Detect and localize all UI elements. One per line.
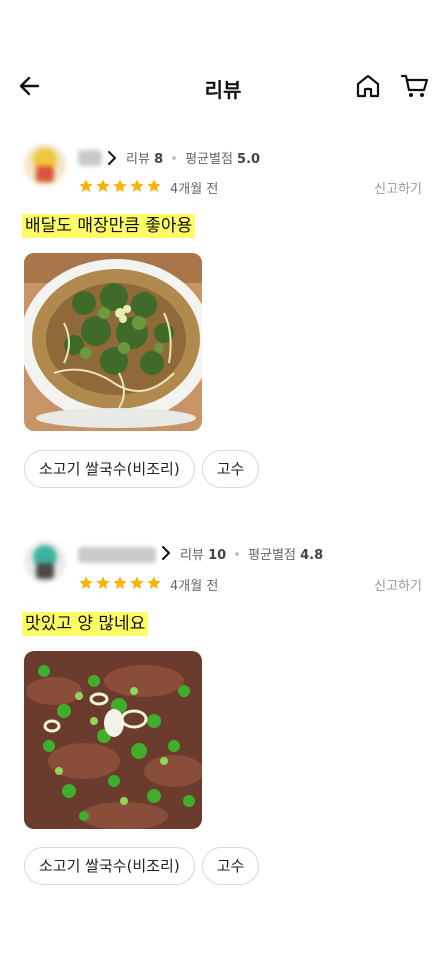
cart-icon: [400, 74, 429, 97]
star-icon: [96, 576, 110, 589]
star-icon: [147, 576, 161, 589]
report-button[interactable]: 신고하기: [374, 178, 422, 197]
cart-button[interactable]: [400, 72, 430, 100]
option-tag[interactable]: 고수: [201, 847, 260, 885]
review-text: 배달도 매장만큼 좋아용: [22, 214, 196, 238]
rating-avg-label: 평균별점: [248, 548, 296, 563]
star-icon: [79, 179, 93, 192]
option-tag[interactable]: 고수: [201, 450, 260, 488]
avatar[interactable]: [24, 541, 66, 583]
review-count: 8: [154, 152, 164, 167]
option-tags: 소고기 쌀국수(비조리) 고수: [24, 450, 260, 488]
rating-avg: 5.0: [237, 152, 261, 167]
review-time: 4개월 전: [170, 182, 219, 197]
chevron-right-icon[interactable]: [160, 545, 172, 561]
option-tag[interactable]: 소고기 쌀국수(비조리): [24, 847, 195, 885]
review-time: 4개월 전: [170, 579, 219, 594]
rating-avg-label: 평균별점: [185, 152, 233, 167]
reviewer-stats: 리뷰 10 • 평균별점 4.8: [180, 548, 324, 563]
star-icon: [147, 179, 161, 192]
review-count-label: 리뷰: [126, 152, 150, 167]
option-tags: 소고기 쌀국수(비조리) 고수: [24, 847, 260, 885]
star-rating: [78, 575, 162, 591]
review-count-label: 리뷰: [180, 548, 204, 563]
chevron-right-icon[interactable]: [106, 150, 118, 166]
avatar[interactable]: [24, 144, 66, 186]
username[interactable]: [78, 150, 102, 166]
review-photo[interactable]: [24, 651, 202, 829]
reviewer-stats: 리뷰 8 • 평균별점 5.0: [126, 152, 261, 167]
star-icon: [130, 179, 144, 192]
review-photo[interactable]: [24, 253, 202, 431]
star-rating: [78, 178, 162, 194]
home-button[interactable]: [354, 72, 382, 100]
star-icon: [113, 576, 127, 589]
home-icon: [356, 74, 380, 98]
report-button[interactable]: 신고하기: [374, 575, 422, 594]
star-icon: [130, 576, 144, 589]
rating-avg: 4.8: [300, 548, 324, 563]
option-tag[interactable]: 소고기 쌀국수(비조리): [24, 450, 195, 488]
username[interactable]: [78, 547, 156, 563]
star-icon: [79, 576, 93, 589]
review-count: 10: [208, 548, 227, 563]
star-icon: [113, 179, 127, 192]
star-icon: [96, 179, 110, 192]
review-text: 맛있고 양 많네요: [22, 612, 149, 636]
pho-closeup-photo: [24, 651, 202, 829]
app-header: 리뷰: [0, 62, 446, 110]
pho-bowl-photo: [24, 253, 202, 431]
